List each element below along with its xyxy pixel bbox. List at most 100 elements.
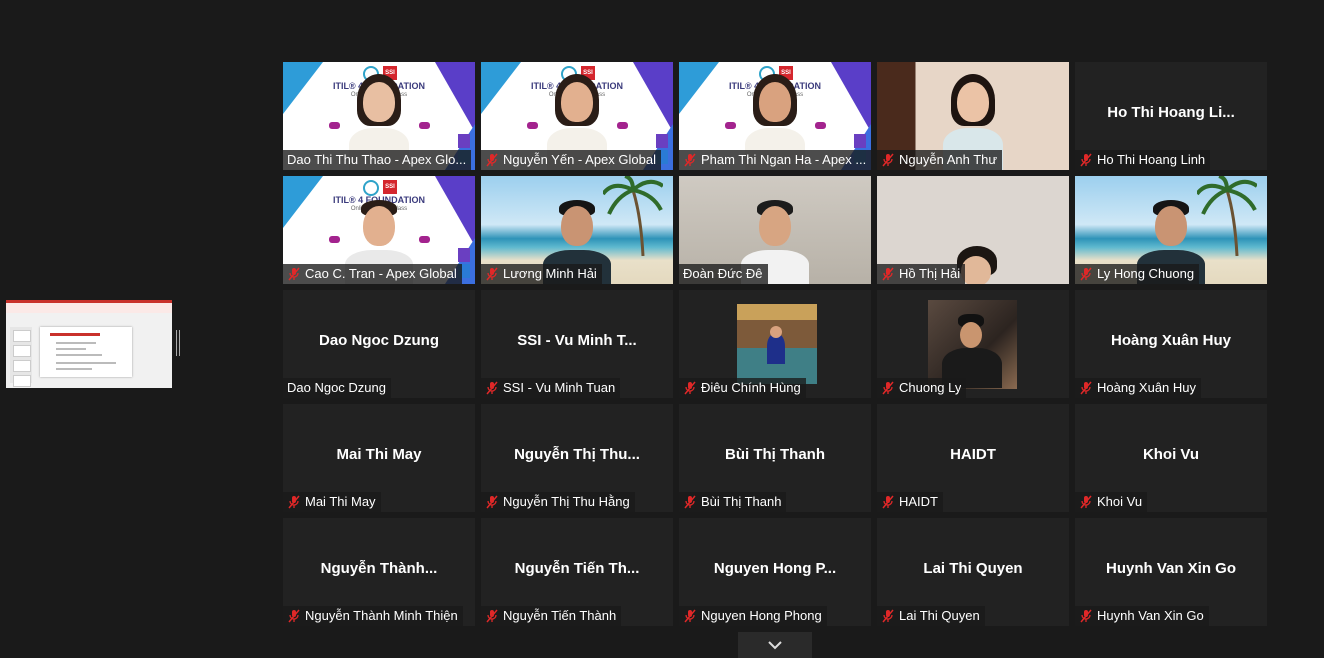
participant-tile[interactable]: Huynh Van Xin Go Huynh Van Xin Go xyxy=(1075,518,1267,626)
participant-display-name: Huynh Van Xin Go xyxy=(1105,560,1236,577)
chevron-down-icon xyxy=(768,641,782,650)
participant-tile[interactable]: Mai Thi May Mai Thi May xyxy=(283,404,475,512)
participant-display-name: Nguyễn Thành... xyxy=(320,560,438,577)
participant-name-label: Pham Thi Ngan Ha - Apex ... xyxy=(679,150,871,170)
participant-display-name: Ho Thi Hoang Li... xyxy=(1107,104,1235,121)
participant-tile[interactable]: SSIITIL® 4 FOUNDATIONOnline - Virtual Cl… xyxy=(283,62,475,170)
participant-name-text: HAIDT xyxy=(899,494,938,509)
participant-name-label: Mai Thi May xyxy=(283,492,381,512)
participant-name-text: Bùi Thị Thanh xyxy=(701,494,782,509)
mic-muted-icon xyxy=(684,381,696,395)
participant-display-name: Nguyễn Thị Thu... xyxy=(514,446,640,463)
mic-muted-icon xyxy=(882,267,894,281)
participant-tile[interactable]: SSIITIL® 4 FOUNDATIONOnline - Virtual Cl… xyxy=(481,62,673,170)
mic-muted-icon xyxy=(288,495,300,509)
participant-name-label: Lai Thi Quyen xyxy=(877,606,985,626)
shared-screen-thumbnail[interactable] xyxy=(6,300,172,388)
participant-tile[interactable]: Lương Minh Hải xyxy=(481,176,673,284)
mic-muted-icon xyxy=(684,609,696,623)
participant-name-label: Nguyễn Yến - Apex Global xyxy=(481,150,661,170)
slide-panel xyxy=(10,327,32,387)
participant-tile[interactable]: Nguyễn Anh Thư xyxy=(877,62,1069,170)
participant-name-label: SSI - Vu Minh Tuan xyxy=(481,378,621,398)
participant-tile[interactable]: Hồ Thị Hải xyxy=(877,176,1069,284)
participant-name-label: Điêu Chính Hùng xyxy=(679,378,806,398)
participant-name-label: Hoàng Xuân Huy xyxy=(1075,378,1202,398)
participant-tile[interactable]: Nguyễn Tiến Th... Nguyễn Tiến Thành xyxy=(481,518,673,626)
participant-tile[interactable]: Nguyen Hong P... Nguyen Hong Phong xyxy=(679,518,871,626)
participant-name-label: Nguyễn Thành Minh Thiện xyxy=(283,606,463,626)
mic-muted-icon xyxy=(882,153,894,167)
participant-name-label: Nguyen Hong Phong xyxy=(679,606,827,626)
participant-name-text: Nguyễn Yến - Apex Global xyxy=(503,152,656,167)
profile-picture xyxy=(737,304,817,384)
participant-name-label: Lương Minh Hải xyxy=(481,264,602,284)
mic-muted-icon xyxy=(882,495,894,509)
participant-name-label: Chuong Ly xyxy=(877,378,967,398)
participant-name-text: Nguyen Hong Phong xyxy=(701,608,822,623)
mic-muted-icon xyxy=(1080,609,1092,623)
participant-name-text: Ho Thi Hoang Linh xyxy=(1097,152,1206,167)
participant-tile[interactable]: Hoàng Xuân Huy Hoàng Xuân Huy xyxy=(1075,290,1267,398)
participant-name-text: Hồ Thị Hải xyxy=(899,266,961,281)
participant-tile[interactable]: Bùi Thị Thanh Bùi Thị Thanh xyxy=(679,404,871,512)
participant-name-text: SSI - Vu Minh Tuan xyxy=(503,380,616,395)
participant-display-name: Lai Thi Quyen xyxy=(923,560,1023,577)
participant-name-text: Đoàn Đức Đê xyxy=(683,266,763,281)
participant-tile[interactable]: Nguyễn Thành... Nguyễn Thành Minh Thiện xyxy=(283,518,475,626)
participant-name-text: Hoàng Xuân Huy xyxy=(1097,380,1197,395)
participant-tile[interactable]: Ly Hong Chuong xyxy=(1075,176,1267,284)
participant-name-text: Huynh Van Xin Go xyxy=(1097,608,1204,623)
mic-muted-icon xyxy=(288,267,300,281)
participant-tile[interactable]: SSIITIL® 4 FOUNDATIONOnline - Virtual Cl… xyxy=(679,62,871,170)
participant-name-label: Dao Thi Thu Thao - Apex Glo... xyxy=(283,150,472,170)
participant-tile[interactable]: Đoàn Đức Đê xyxy=(679,176,871,284)
participant-name-label: Dao Ngoc Dzung xyxy=(283,378,391,398)
participant-name-text: Nguyễn Anh Thư xyxy=(899,152,998,167)
participant-name-label: Ho Thi Hoang Linh xyxy=(1075,150,1211,170)
participant-name-text: Cao C. Tran - Apex Global xyxy=(305,266,457,281)
expand-gallery-button[interactable] xyxy=(738,632,812,658)
panel-splitter[interactable] xyxy=(176,330,180,356)
gallery-view: SSIITIL® 4 FOUNDATIONOnline - Virtual Cl… xyxy=(283,62,1267,626)
participant-name-label: Cao C. Tran - Apex Global xyxy=(283,264,462,284)
participant-name-text: Nguyễn Thị Thu Hằng xyxy=(503,494,630,509)
participant-name-label: Bùi Thị Thanh xyxy=(679,492,787,512)
participant-tile[interactable]: Nguyễn Thị Thu... Nguyễn Thị Thu Hằng xyxy=(481,404,673,512)
palm-tree-icon xyxy=(603,176,663,256)
participant-name-text: Lai Thi Quyen xyxy=(899,608,980,623)
participant-display-name: Nguyễn Tiến Th... xyxy=(514,560,640,577)
participant-name-text: Khoi Vu xyxy=(1097,494,1143,509)
participant-display-name: Khoi Vu xyxy=(1142,446,1200,463)
mic-muted-icon xyxy=(1080,495,1092,509)
palm-tree-icon xyxy=(1197,176,1257,256)
participant-name-label: Nguyễn Thị Thu Hằng xyxy=(481,492,635,512)
mic-muted-icon xyxy=(684,153,696,167)
participant-name-label: Khoi Vu xyxy=(1075,492,1148,512)
participant-display-name: Mai Thi May xyxy=(336,446,422,463)
participant-display-name: Bùi Thị Thanh xyxy=(725,446,825,463)
participant-name-label: Nguyễn Anh Thư xyxy=(877,150,1003,170)
participant-tile[interactable]: Dao Ngoc Dzung Dao Ngoc Dzung xyxy=(283,290,475,398)
participant-tile[interactable]: Chuong Ly xyxy=(877,290,1069,398)
mic-muted-icon xyxy=(486,609,498,623)
participant-tile[interactable]: HAIDT HAIDT xyxy=(877,404,1069,512)
participant-tile[interactable]: Ho Thi Hoang Li... Ho Thi Hoang Linh xyxy=(1075,62,1267,170)
participant-tile[interactable]: SSI - Vu Minh T... SSI - Vu Minh Tuan xyxy=(481,290,673,398)
mic-muted-icon xyxy=(1080,153,1092,167)
participant-name-text: Dao Ngoc Dzung xyxy=(287,380,386,395)
participant-display-name: Hoàng Xuân Huy xyxy=(1110,332,1231,349)
participant-name-text: Nguyễn Tiến Thành xyxy=(503,608,617,623)
mic-muted-icon xyxy=(486,495,498,509)
participant-tile[interactable]: Khoi Vu Khoi Vu xyxy=(1075,404,1267,512)
participant-tile[interactable]: Điêu Chính Hùng xyxy=(679,290,871,398)
mic-muted-icon xyxy=(882,609,894,623)
mic-muted-icon xyxy=(1080,381,1092,395)
participant-display-name: SSI - Vu Minh T... xyxy=(517,332,637,349)
participant-tile[interactable]: Lai Thi Quyen Lai Thi Quyen xyxy=(877,518,1069,626)
participant-name-text: Mai Thi May xyxy=(305,494,376,509)
participant-tile[interactable]: SSIITIL® 4 FOUNDATIONOnline - Virtual Cl… xyxy=(283,176,475,284)
participant-name-label: Ly Hong Chuong xyxy=(1075,264,1200,284)
participant-name-label: Nguyễn Tiến Thành xyxy=(481,606,622,626)
participant-name-label: Huynh Van Xin Go xyxy=(1075,606,1209,626)
